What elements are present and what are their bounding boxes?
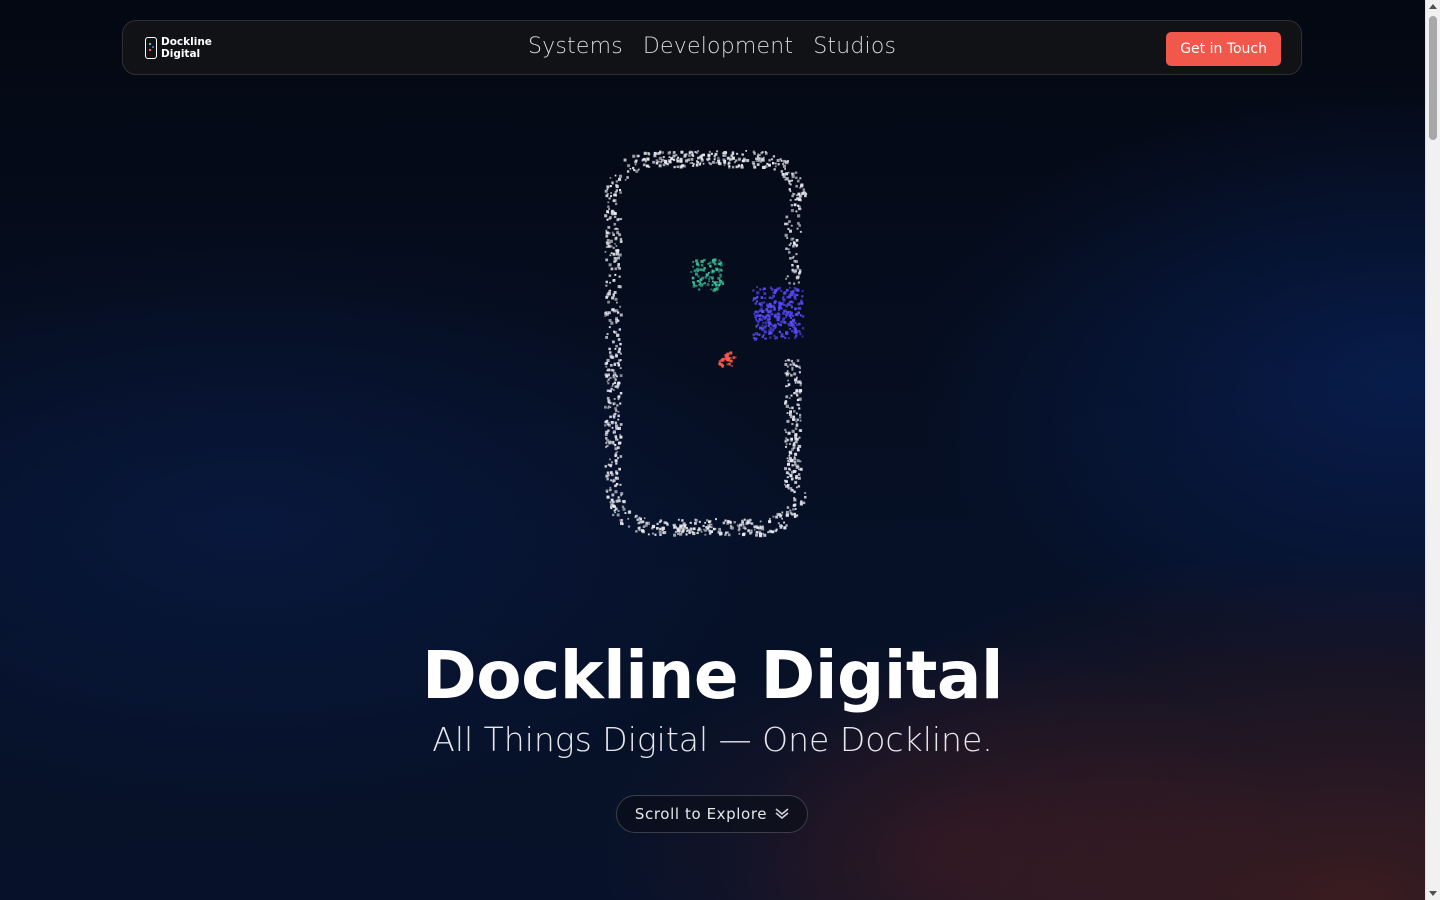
nav-links: Systems Development Studios — [528, 34, 896, 59]
nav-link-systems[interactable]: Systems — [528, 34, 623, 59]
logo-mark-icon — [145, 37, 157, 59]
scroll-to-explore-label: Scroll to Explore — [634, 805, 768, 823]
hero-subtitle: All Things Digital — One Dockline. — [432, 720, 993, 759]
scroll-to-explore-button[interactable]: Scroll to Explore — [616, 795, 808, 833]
nav-link-development[interactable]: Development — [643, 34, 793, 59]
logo-text-line1: Dockline — [161, 36, 212, 48]
nav-link-studios[interactable]: Studios — [813, 34, 896, 59]
hero-title: Dockline Digital — [421, 637, 1004, 714]
logo-text: Dockline Digital — [161, 36, 212, 60]
logo-text-line2: Digital — [161, 48, 201, 60]
scrollbar-thumb[interactable] — [1429, 16, 1437, 140]
top-navbar: Dockline Digital Systems Development Stu… — [122, 20, 1302, 75]
brand-logo[interactable]: Dockline Digital — [145, 36, 212, 60]
scroll-up-arrow-icon[interactable] — [1429, 4, 1437, 9]
get-in-touch-button[interactable]: Get in Touch — [1166, 32, 1281, 66]
scroll-down-arrow-icon[interactable] — [1429, 891, 1437, 896]
double-chevron-down-icon — [775, 808, 789, 820]
page: Dockline Digital Systems Development Stu… — [0, 0, 1425, 900]
particle-logo-animation — [604, 150, 808, 538]
vertical-scrollbar[interactable] — [1425, 0, 1440, 900]
